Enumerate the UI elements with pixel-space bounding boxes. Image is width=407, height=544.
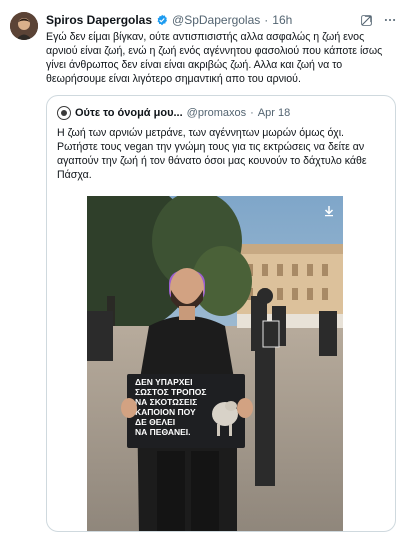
- quoted-separator-dot: ·: [250, 107, 254, 119]
- sign-line-4: ΚΑΠΟΙΟΝ ΠΟΥ: [135, 407, 196, 417]
- quoted-handle[interactable]: @promaxos: [187, 107, 246, 119]
- tweet[interactable]: Spiros Dapergolas @SpDapergolas · 16h Εγ…: [0, 0, 407, 544]
- quoted-display-name[interactable]: Ούτε το όνομά μου...: [75, 107, 183, 119]
- handle[interactable]: @SpDapergolas: [172, 13, 260, 27]
- quoted-media-image[interactable]: ΔΕΝ ΥΠΑΡΧΕΙ ΣΩΣΤΟΣ ΤΡΟΠΟΣ ΝΑ ΣΚΟΤΩΣΕΙΣ Κ…: [87, 196, 343, 531]
- more-options-icon[interactable]: [383, 13, 397, 27]
- download-icon[interactable]: [323, 204, 335, 222]
- quoted-tweet-text: Η ζωή των αρνιών μετράνε, των αγέννητων …: [57, 127, 367, 181]
- separator-dot: ·: [264, 13, 269, 27]
- sign-line-6: ΝΑ ΠΕΘΑΝΕΙ.: [135, 427, 191, 437]
- protest-photo: ΔΕΝ ΥΠΑΡΧΕΙ ΣΩΣΤΟΣ ΤΡΟΠΟΣ ΝΑ ΣΚΟΤΩΣΕΙΣ Κ…: [87, 196, 343, 531]
- display-name[interactable]: Spiros Dapergolas: [46, 13, 152, 27]
- timestamp[interactable]: 16h: [272, 13, 292, 27]
- avatar[interactable]: [10, 12, 38, 40]
- quoted-tweet[interactable]: Ούτε το όνομά μου... @promaxos · Apr 18 …: [46, 95, 396, 532]
- avatar-photo: [10, 12, 38, 40]
- grok-icon[interactable]: [360, 14, 373, 27]
- sign-line-2: ΣΩΣΤΟΣ ΤΡΟΠΟΣ: [135, 387, 206, 397]
- verified-badge-icon: [156, 14, 168, 26]
- sign-line-1: ΔΕΝ ΥΠΑΡΧΕΙ: [135, 377, 192, 387]
- sign-line-5: ΔΕ ΘΕΛΕΙ: [135, 417, 175, 427]
- quoted-avatar: [57, 106, 71, 120]
- header-actions: [360, 12, 397, 28]
- quoted-tweet-header: Ούτε το όνομά μου... @promaxos · Apr 18: [57, 105, 385, 121]
- tweet-text: Εγώ δεν είμαι βίγκαν, ούτε αντισπισιστής…: [46, 31, 383, 85]
- sign-line-3: ΝΑ ΣΚΟΤΩΣΕΙΣ: [135, 397, 197, 407]
- quoted-timestamp[interactable]: Apr 18: [258, 107, 290, 119]
- tweet-header: Spiros Dapergolas @SpDapergolas · 16h: [46, 12, 397, 28]
